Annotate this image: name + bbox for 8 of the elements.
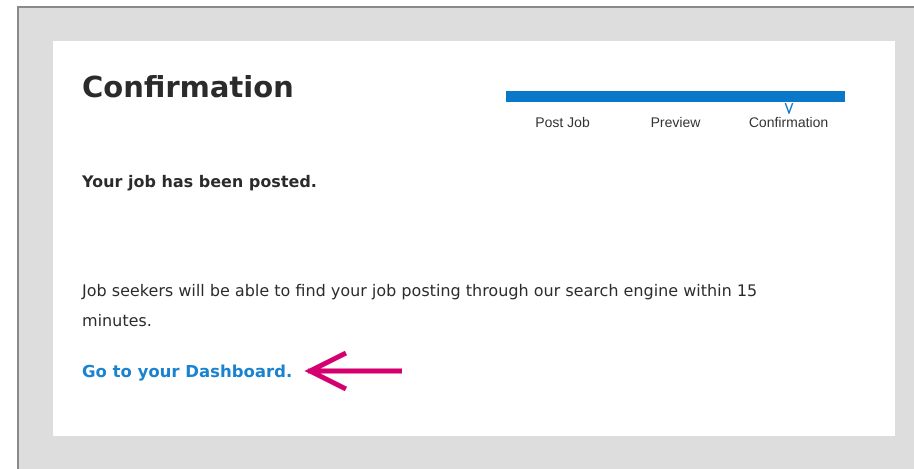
step-label: Preview xyxy=(650,114,700,130)
status-message: Your job has been posted. xyxy=(82,172,318,191)
info-text: Job seekers will be able to find your job posting through our search engine within 15 minutes. xyxy=(82,280,758,332)
page-title: Confirmation xyxy=(82,69,295,106)
dashboard-link[interactable]: Go to your Dashboard. xyxy=(82,362,292,380)
step-label: Post Job xyxy=(535,114,590,130)
step-label: Confirmation xyxy=(748,114,828,130)
arrow-icon xyxy=(304,349,404,393)
